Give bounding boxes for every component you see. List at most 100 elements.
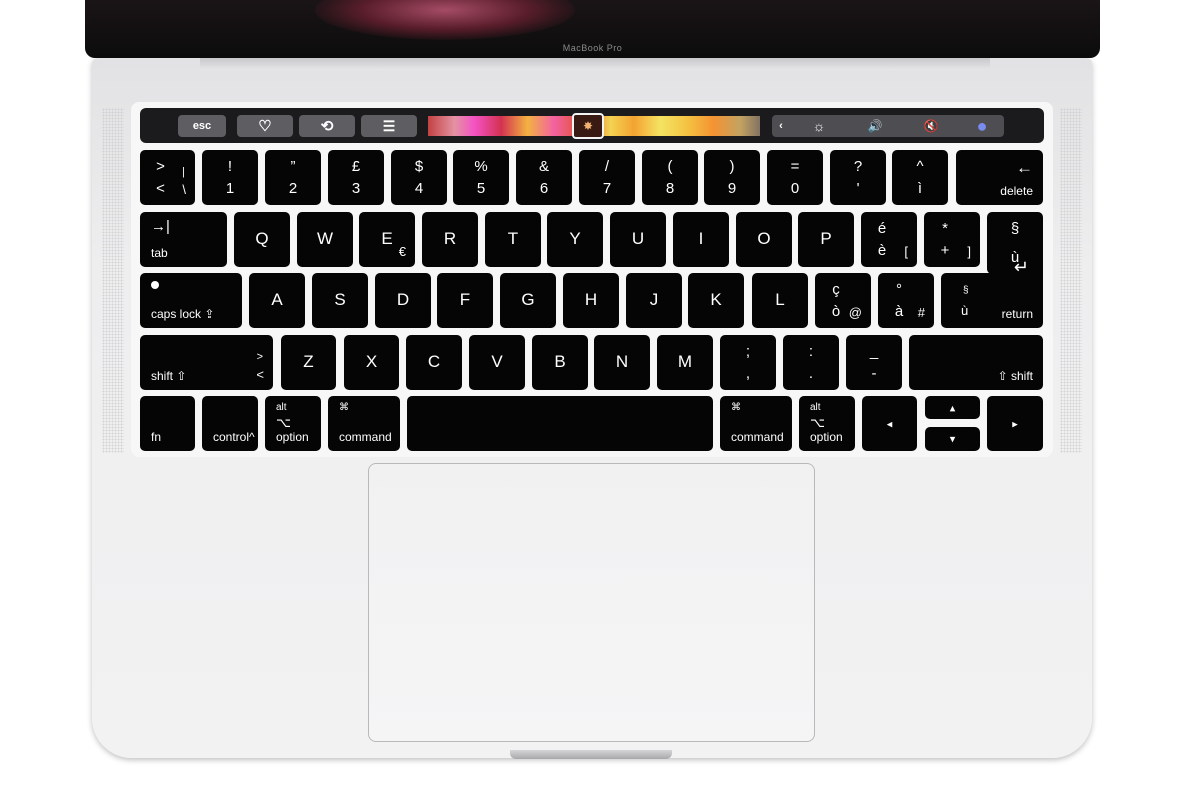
- key-letter: M: [677, 352, 693, 371]
- selected-thumbnail[interactable]: ✸: [572, 113, 604, 139]
- brand-label: MacBook Pro: [562, 43, 623, 53]
- key-label: fn: [151, 430, 162, 444]
- key-base-legend: 6: [539, 180, 549, 197]
- key-3[interactable]: £3: [328, 150, 384, 205]
- key-8[interactable]: (8: [642, 150, 698, 205]
- key-m[interactable]: M: [657, 335, 713, 390]
- key-delete[interactable]: ← delete: [956, 150, 1043, 205]
- key-c[interactable]: C: [406, 335, 462, 390]
- brightness-icon[interactable]: ☼: [794, 115, 844, 137]
- key-o-grave[interactable]: ç ò @: [815, 273, 871, 328]
- key-9[interactable]: ) 9: [704, 150, 760, 205]
- key-base-legend: 4: [414, 180, 424, 197]
- key-arrow-up[interactable]: ▴: [925, 396, 980, 419]
- key-tab[interactable]: →| tab: [140, 212, 227, 267]
- key-return-top[interactable]: § ù ↵: [987, 212, 1043, 277]
- key-v[interactable]: V: [469, 335, 525, 390]
- key-e[interactable]: E €: [359, 212, 415, 267]
- key-d[interactable]: D: [375, 273, 431, 328]
- key-apostrophe[interactable]: ? ': [830, 150, 886, 205]
- key-x[interactable]: X: [344, 335, 399, 390]
- key-letter: E: [381, 229, 393, 248]
- key-2[interactable]: ” 2: [265, 150, 321, 205]
- key-7[interactable]: /7: [579, 150, 635, 205]
- heart-icon[interactable]: ♡: [237, 115, 293, 137]
- key-return[interactable]: return § ù: [941, 273, 1043, 328]
- key-6[interactable]: & 6: [516, 150, 572, 205]
- key-letter: B: [554, 352, 566, 371]
- key-b[interactable]: B: [532, 335, 588, 390]
- key-period[interactable]: :.: [783, 335, 839, 390]
- key-r[interactable]: R: [422, 212, 478, 267]
- key-control[interactable]: control^: [202, 396, 258, 451]
- key-alt-legend: <: [256, 367, 264, 382]
- key-letter: K: [710, 290, 722, 309]
- key-a-grave[interactable]: ° à #: [878, 273, 934, 328]
- key-q[interactable]: Q: [234, 212, 290, 267]
- key-h[interactable]: H: [563, 273, 619, 328]
- key-l[interactable]: L: [752, 273, 808, 328]
- mute-icon[interactable]: 🔇: [906, 115, 956, 137]
- siri-icon[interactable]: ●: [962, 115, 1002, 137]
- arrow-icon: ▴: [949, 402, 956, 414]
- key-minus[interactable]: _ -: [846, 335, 902, 390]
- key-u[interactable]: U: [610, 212, 666, 267]
- key-i-grave[interactable]: ^ ì: [892, 150, 948, 205]
- key-o[interactable]: O: [736, 212, 792, 267]
- key-e-grave[interactable]: é è [: [861, 212, 917, 267]
- key-plus[interactable]: * +]: [924, 212, 980, 267]
- key-0[interactable]: = 0: [767, 150, 823, 205]
- key-left-command[interactable]: command ⌘: [328, 396, 400, 451]
- trackpad[interactable]: [368, 463, 815, 742]
- key-right-option[interactable]: option alt ⌥: [799, 396, 855, 451]
- rotate-icon[interactable]: ⟲: [299, 115, 355, 137]
- key-right-command[interactable]: command ⌘: [720, 396, 792, 451]
- key-s[interactable]: S: [312, 273, 368, 328]
- key-i[interactable]: I: [673, 212, 729, 267]
- key-n[interactable]: N: [594, 335, 650, 390]
- key-base-legend: ì: [917, 180, 923, 197]
- key-alt-legend: [: [904, 244, 908, 259]
- key-letter: T: [507, 229, 519, 248]
- key-left-option[interactable]: option alt ⌥: [265, 396, 321, 451]
- key-1[interactable]: ! 1: [202, 150, 258, 205]
- key-fn[interactable]: fn: [140, 396, 195, 451]
- key-shift-legend: /: [604, 158, 610, 175]
- key-left-shift[interactable]: > < shift ⇧: [140, 335, 273, 390]
- chevron-left-icon[interactable]: ‹: [774, 115, 788, 137]
- key-a[interactable]: A: [249, 273, 305, 328]
- key-arrow-right[interactable]: ▸: [987, 396, 1043, 451]
- key-shift-legend: °: [896, 281, 902, 298]
- key-arrow-down[interactable]: ▾: [925, 427, 980, 451]
- key-less-than[interactable]: > < | \: [140, 150, 195, 205]
- key-p[interactable]: P: [798, 212, 854, 267]
- lid-notch: [510, 750, 672, 759]
- key-k[interactable]: K: [688, 273, 744, 328]
- key-z[interactable]: Z: [281, 335, 336, 390]
- left-speaker-grille: [102, 108, 124, 453]
- sliders-icon[interactable]: ☰: [361, 115, 417, 137]
- key-comma[interactable]: ;,: [720, 335, 776, 390]
- key-g[interactable]: G: [500, 273, 556, 328]
- key-y[interactable]: Y: [547, 212, 603, 267]
- key-w[interactable]: W: [297, 212, 353, 267]
- photo-scrubber[interactable]: ✸: [428, 113, 760, 139]
- key-right-shift[interactable]: ⇧ shift: [909, 335, 1043, 390]
- key-base-legend: 7: [602, 180, 612, 197]
- key-letter: A: [271, 290, 283, 309]
- key-shift-legend: ^: [916, 158, 924, 175]
- key-f[interactable]: F: [437, 273, 493, 328]
- key-alt-legend-top: >: [256, 351, 263, 363]
- key-4[interactable]: $4: [391, 150, 447, 205]
- arrow-icon: ▸: [1012, 418, 1018, 430]
- esc-button[interactable]: esc: [178, 115, 226, 137]
- key-t[interactable]: T: [485, 212, 541, 267]
- key-letter: L: [775, 290, 785, 309]
- key-space[interactable]: [407, 396, 713, 451]
- key-j[interactable]: J: [626, 273, 682, 328]
- key-shift-legend: é: [877, 220, 887, 237]
- volume-icon[interactable]: 🔊: [850, 115, 900, 137]
- key-arrow-left[interactable]: ◂: [862, 396, 917, 451]
- key-5[interactable]: % 5: [453, 150, 509, 205]
- key-caps-lock[interactable]: caps lock ⇪: [140, 273, 242, 328]
